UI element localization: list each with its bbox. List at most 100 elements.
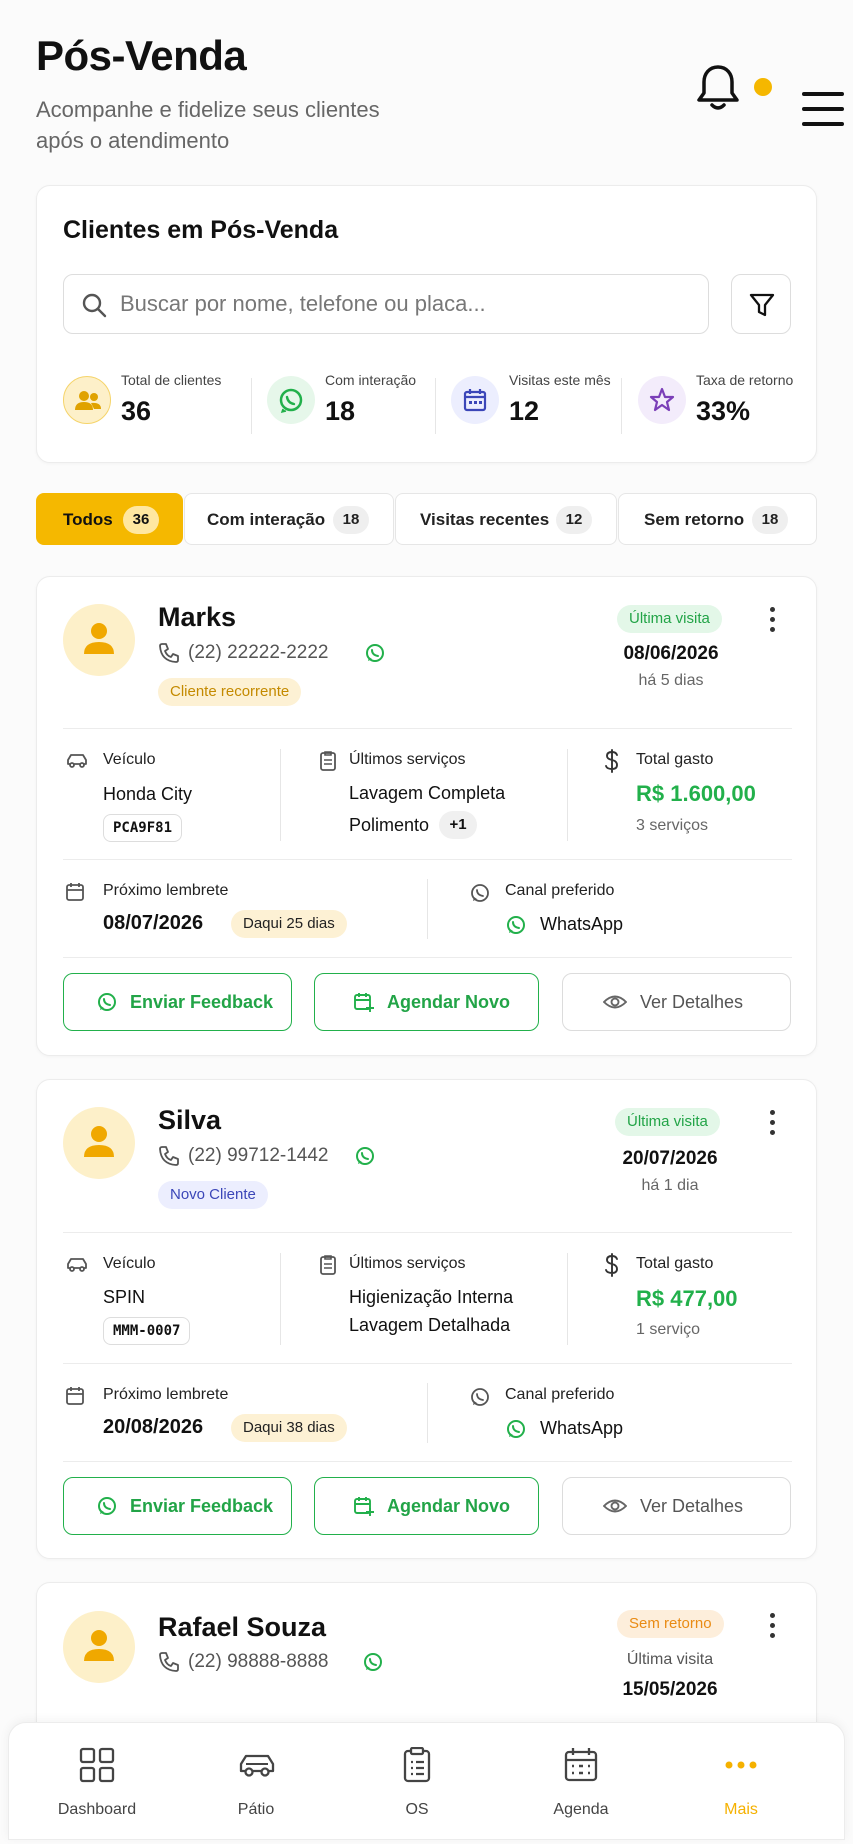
calendar-icon [564,1748,598,1782]
services-count: 3 serviços [636,817,709,834]
more-services-badge[interactable]: +1 [439,811,477,839]
search-input[interactable] [120,283,690,325]
nav-label: Mais [724,1801,758,1818]
phone-icon [159,1146,179,1166]
total-spent: R$ 1.600,00 [636,781,756,806]
stat-label: Total de clientes [121,372,222,388]
status-badge: Última visita [615,1108,720,1136]
channel-label: Canal preferido [505,1386,615,1403]
vehicle-model: SPIN [103,1287,146,1307]
tab-label: Com interação [207,510,326,529]
vehicle-label: Veículo [103,751,156,768]
bell-icon [697,65,739,110]
eye-icon [603,995,627,1009]
stat-label: Visitas este mês [509,372,611,388]
notifications-button[interactable] [688,54,748,114]
client-phone: (22) 22222-2222 [158,640,398,668]
notification-dot [754,78,772,96]
stat-value: 33% [696,396,751,426]
car-icon [239,1754,275,1777]
stat-value: 12 [509,396,540,426]
nav-more[interactable]: Mais [671,1743,811,1823]
client-phone: (22) 99712-1442 [158,1143,398,1171]
client-name: Marks [158,602,237,632]
filter-button[interactable] [731,274,791,334]
button-label: Agendar Novo [387,1496,511,1516]
whatsapp-icon[interactable] [364,642,386,664]
preferred-channel: WhatsApp [540,914,624,934]
tab-label: Todos [63,510,113,529]
last-visit-date: 15/05/2026 [622,1679,718,1700]
calendar-icon [66,883,84,901]
tab-label: Sem retorno [644,510,745,529]
nav-agenda[interactable]: Agenda [511,1743,651,1823]
chat-icon [471,884,489,902]
status-badge: Última visita [617,605,722,633]
nav-label: Dashboard [57,1801,137,1818]
license-plate: MMM-0007 [103,1317,191,1345]
stats-row: Total de clientes 36 Com interação 18 Vi… [63,368,803,434]
eye-icon [603,1499,627,1513]
button-label: Ver Detalhes [640,1496,744,1516]
client-card: Marks (22) 22222-2222 Cliente recorrente… [36,576,817,1056]
service-item: Lavagem Detalhada [349,1315,511,1335]
dollar-icon [605,749,618,773]
nav-label: OS [405,1801,429,1818]
more-options-icon[interactable] [770,607,776,633]
view-details-button[interactable]: Ver Detalhes [562,973,791,1031]
tab-all[interactable]: Todos 36 [36,493,183,545]
nav-dashboard[interactable]: Dashboard [27,1743,167,1823]
last-visit-label: Última visita [626,1651,714,1668]
phone-icon [159,643,179,663]
phone-number: (22) 22222-2222 [188,642,329,663]
phone-number: (22) 98888-8888 [188,1651,329,1672]
dollar-icon [605,1253,618,1277]
view-details-button[interactable]: Ver Detalhes [562,1477,791,1535]
nav-label: Pátio [237,1801,275,1818]
total-label: Total gasto [636,1255,714,1272]
avatar [63,1107,135,1179]
tab-count-badge: 12 [556,506,592,534]
schedule-new-button[interactable]: Agendar Novo [314,1477,539,1535]
schedule-new-button[interactable]: Agendar Novo [314,973,539,1031]
calendar-plus-icon [354,993,374,1012]
car-icon [67,1258,87,1272]
last-visit-date: 08/06/2026 [623,643,719,664]
nav-os[interactable]: OS [347,1743,487,1823]
service-item: Higienização Interna [349,1287,514,1307]
button-label: Agendar Novo [387,992,511,1012]
tab-count-badge: 18 [333,506,369,534]
service-item: Lavagem Completa [349,783,506,803]
status-badge: Sem retorno [617,1610,724,1638]
tab-recent-visits[interactable]: Visitas recentes 12 [395,493,617,545]
tab-with-interaction[interactable]: Com interação 18 [184,493,394,545]
whatsapp-icon [98,1497,116,1515]
more-options-icon[interactable] [770,1110,776,1136]
last-visit-ago: há 1 dia [641,1177,699,1194]
calendar-icon [66,1387,84,1405]
nav-patio[interactable]: Pátio [186,1743,326,1823]
service-item: Polimento [349,815,430,835]
vehicle-model: Honda City [103,784,193,804]
reminder-label: Próximo lembrete [103,882,229,899]
nav-label: Agenda [553,1801,609,1818]
send-feedback-button[interactable]: Enviar Feedback [63,973,292,1031]
hamburger-menu-icon[interactable] [802,92,844,128]
whatsapp-icon [507,916,525,934]
client-tag: Novo Cliente [158,1181,268,1209]
total-label: Total gasto [636,751,714,768]
button-label: Ver Detalhes [640,992,744,1012]
vehicle-label: Veículo [103,1255,156,1272]
whatsapp-icon[interactable] [354,1145,376,1167]
whatsapp-icon[interactable] [362,1651,384,1673]
services-label: Últimos serviços [349,1255,466,1272]
services-count: 1 serviço [636,1321,701,1338]
page-subtitle: Acompanhe e fidelize seus clientes após … [36,97,380,153]
channel-label: Canal preferido [505,882,615,899]
more-options-icon[interactable] [770,1613,776,1639]
page-header: Pós-Venda Acompanhe e fidelize seus clie… [36,32,844,162]
last-visit-ago: há 5 dias [638,672,704,689]
tab-no-return[interactable]: Sem retorno 18 [618,493,817,545]
search-box[interactable] [63,274,709,334]
send-feedback-button[interactable]: Enviar Feedback [63,1477,292,1535]
